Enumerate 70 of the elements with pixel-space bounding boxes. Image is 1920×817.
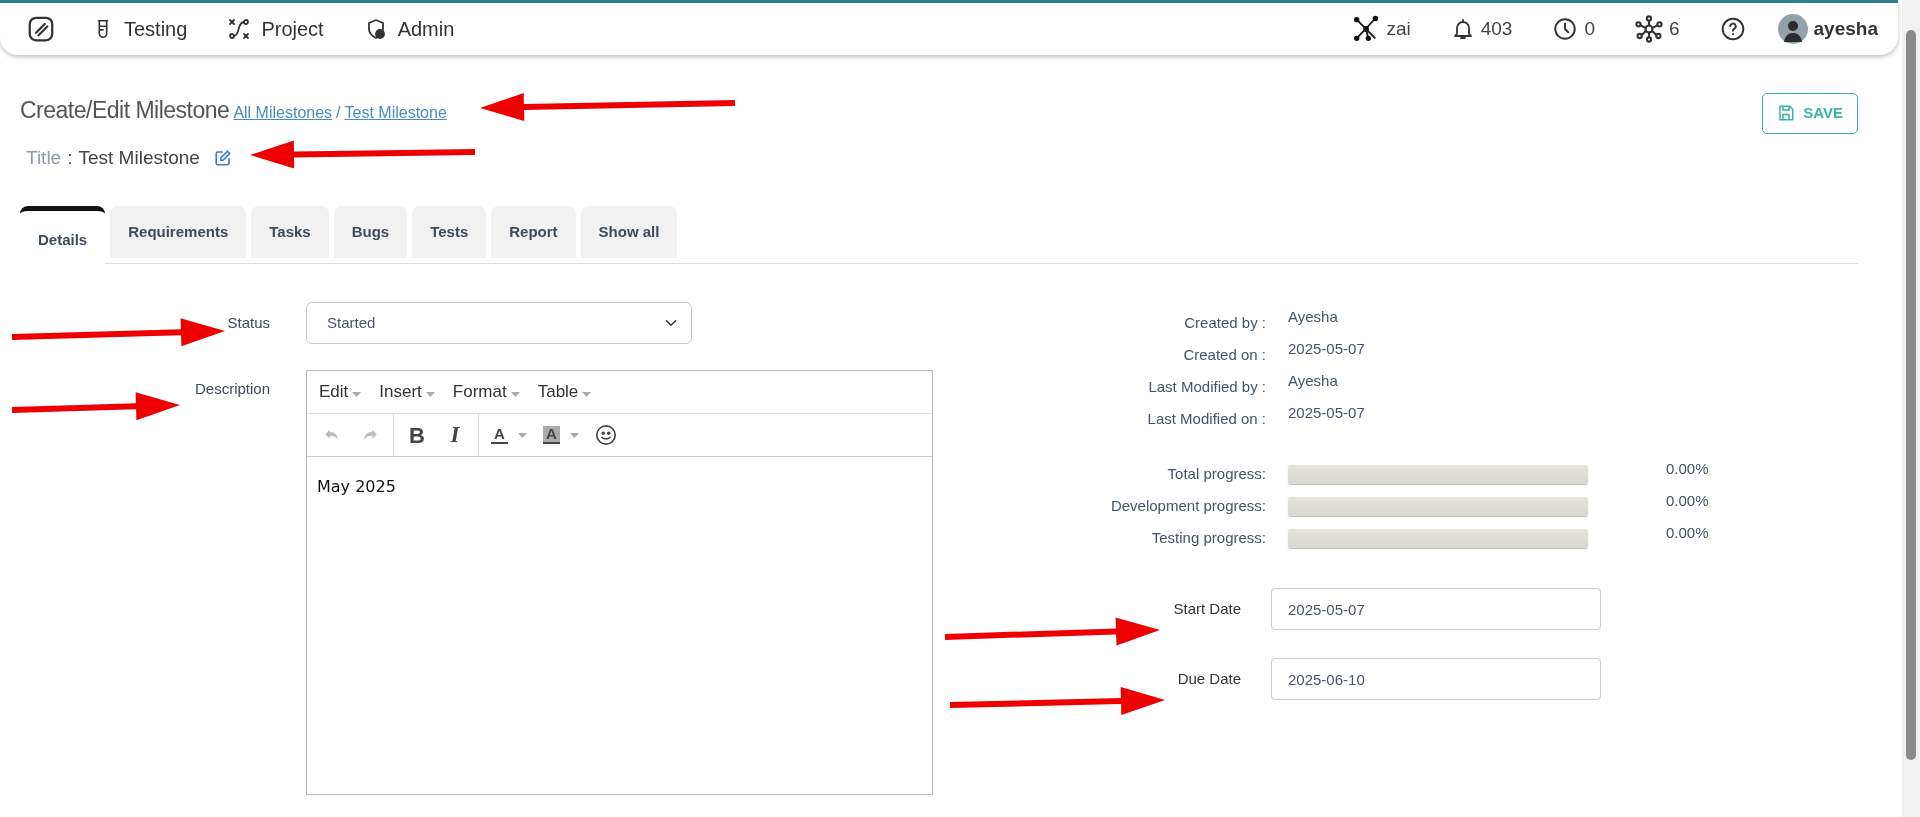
breadcrumb-link[interactable]: All Milestones (233, 101, 333, 125)
tab[interactable]: Requirements (110, 206, 247, 258)
caret-icon (510, 391, 520, 397)
tab[interactable]: Report (491, 206, 576, 258)
field-label: Start Date (1172, 598, 1242, 619)
scrollbar-thumb[interactable] (1906, 30, 1916, 760)
user-name[interactable]: ayesha (1813, 14, 1878, 44)
hub-icon[interactable] (1634, 15, 1663, 43)
bold-button[interactable]: B (398, 418, 436, 452)
editor-text: May 2025 (316, 476, 397, 498)
counter: 403 (1480, 16, 1513, 41)
detail-value: 2025-05-07 (1288, 339, 1365, 359)
breadcrumb-separator: / (336, 103, 341, 123)
help-icon[interactable] (1719, 16, 1746, 42)
progress-label: Total progress: (1166, 463, 1267, 484)
edit-icon[interactable] (213, 149, 232, 168)
tab[interactable]: Show all (580, 206, 678, 258)
detail-label: Created on : (1182, 345, 1267, 365)
title-label: Title (26, 145, 62, 170)
emoji-icon (595, 424, 617, 446)
tab[interactable]: Tasks (251, 206, 329, 258)
field-label: Description (194, 379, 270, 399)
scrollbar[interactable] (1902, 0, 1920, 817)
detail-label: Created by : (1183, 313, 1267, 333)
detail-label: Last Modified by : (1147, 377, 1267, 397)
page-heading: Create/Edit Milestone (20, 96, 230, 125)
date-field[interactable]: 2025-05-07 (1271, 588, 1601, 630)
clock-icon[interactable] (1552, 16, 1579, 42)
caret-icon (569, 433, 579, 439)
tab[interactable]: Bugs (333, 206, 408, 258)
counter: 6 (1668, 16, 1680, 41)
background-color-button[interactable]: A (535, 418, 587, 452)
nav-link[interactable]: Testing (124, 14, 188, 44)
field-label: Status (227, 312, 270, 333)
caret-icon (352, 391, 362, 397)
counter: 0 (1584, 16, 1595, 41)
editor-menu[interactable]: Table (537, 379, 592, 405)
route-icon (227, 17, 252, 41)
detail-value: Ayesha (1288, 307, 1338, 327)
avatar[interactable] (1777, 14, 1808, 44)
breadcrumb-link[interactable]: Test Milestone (344, 101, 447, 125)
editor-menu[interactable]: Edit (319, 379, 362, 405)
date-field[interactable]: 2025-06-10 (1271, 658, 1601, 700)
save-icon (1777, 104, 1796, 123)
text-color-button[interactable]: A (483, 418, 535, 452)
nav-link[interactable]: Admin (397, 14, 455, 44)
progress-reading: 0.00% (1666, 490, 1709, 511)
progress-label: Testing progress: (1150, 527, 1267, 548)
tab[interactable]: Details (20, 206, 106, 264)
caret-icon (517, 433, 527, 439)
progress-reading: 0.00% (1666, 458, 1709, 479)
status-dropdown[interactable]: Started (306, 302, 692, 344)
detail-label: Last Modified on : (1146, 409, 1267, 429)
detail-value: Ayesha (1288, 371, 1338, 391)
italic-button[interactable]: I (436, 418, 474, 452)
title-value: Test Milestone (78, 145, 200, 170)
caret-icon (425, 391, 435, 397)
detail-value: 2025-05-07 (1288, 403, 1365, 423)
editor-menu[interactable]: Insert (379, 379, 435, 405)
nav-link[interactable]: Project (261, 14, 324, 44)
progress-label: Development progress: (1109, 495, 1267, 516)
editor-menu[interactable]: Format (452, 379, 520, 405)
field-label: Due Date (1176, 668, 1242, 689)
progress-reading: 0.00% (1666, 522, 1709, 543)
counter: zai (1386, 16, 1411, 41)
caret-icon (582, 391, 592, 397)
network-nodes-icon[interactable] (1352, 15, 1381, 43)
logo-icon[interactable] (26, 14, 56, 44)
title-separator: : (67, 145, 73, 170)
tab[interactable]: Tests (412, 206, 487, 258)
